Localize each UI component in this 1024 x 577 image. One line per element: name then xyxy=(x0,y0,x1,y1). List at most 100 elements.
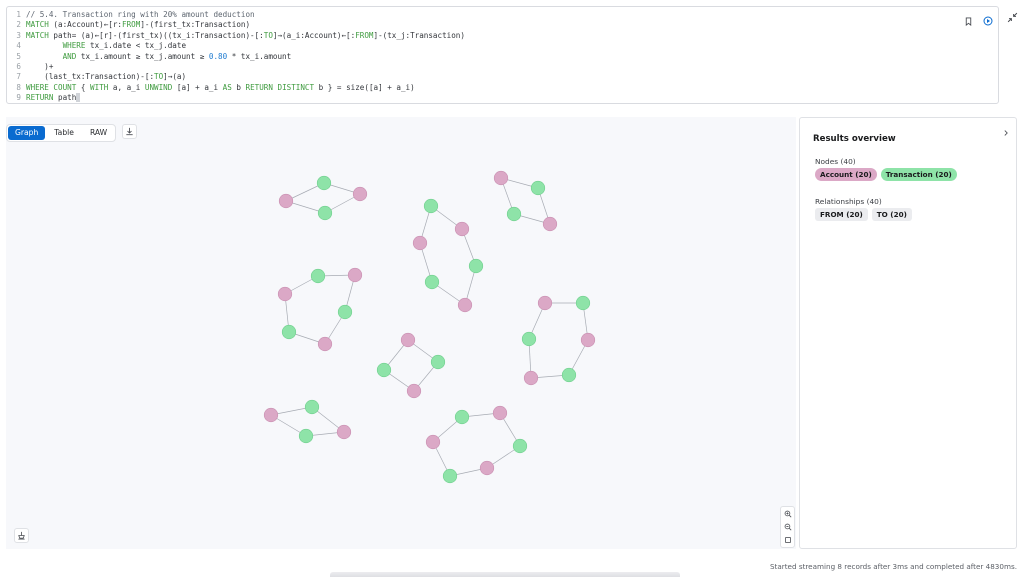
zoom-controls xyxy=(780,506,795,548)
transaction-node[interactable] xyxy=(317,205,333,221)
account-node[interactable] xyxy=(400,332,416,348)
code-token: ]→(a) xyxy=(163,72,187,82)
code-line[interactable]: 3 MATCH path= (a)←[r]-(first_tx)((tx_i:Tr… xyxy=(7,31,465,41)
layout-button[interactable] xyxy=(14,528,29,543)
transaction-node[interactable] xyxy=(310,268,326,284)
transaction-node[interactable] xyxy=(521,331,537,347)
query-editor[interactable]: 1 // 5.4. Transaction ring with 20% amoun… xyxy=(6,6,999,104)
account-node[interactable] xyxy=(263,407,279,423)
code-token: FROM xyxy=(355,30,374,40)
code-token: a, a_i xyxy=(108,82,145,92)
code-line[interactable]: 9 RETURN path xyxy=(7,93,465,103)
account-node[interactable] xyxy=(580,332,596,348)
tab-raw[interactable]: RAW xyxy=(83,126,114,140)
code-token: WHERE xyxy=(62,41,86,51)
relationship-chips: FROM (20) TO (20) xyxy=(815,208,912,221)
transaction-node[interactable] xyxy=(376,362,392,378)
code-token: * tx_i.amount xyxy=(227,51,292,61)
account-node[interactable] xyxy=(406,383,422,399)
account-node[interactable] xyxy=(523,370,539,386)
code-line[interactable]: 8 WHERE COUNT { WITH a, a_i UNWIND [a] + … xyxy=(7,83,465,93)
account-node[interactable] xyxy=(479,460,495,476)
code-token: 0.80 xyxy=(208,51,228,61)
code-line[interactable]: 2 MATCH (a:Account)←[r: FROM]-(first_tx:Tr… xyxy=(7,20,465,30)
query-code[interactable]: 1 // 5.4. Transaction ring with 20% amoun… xyxy=(7,10,465,104)
code-token: (a:Account)←[r: xyxy=(48,20,123,30)
account-node[interactable] xyxy=(457,297,473,313)
transaction-node[interactable] xyxy=(442,468,458,484)
graph-visualization[interactable] xyxy=(6,117,796,549)
code-line[interactable]: 1 // 5.4. Transaction ring with 20% amoun… xyxy=(7,10,465,20)
bookmark-icon[interactable] xyxy=(962,15,974,27)
download-button[interactable] xyxy=(122,124,137,139)
chevron-right-icon[interactable] xyxy=(1002,122,1010,141)
account-node[interactable] xyxy=(278,193,294,209)
chip-from[interactable]: FROM (20) xyxy=(815,208,868,221)
account-node[interactable] xyxy=(542,216,558,232)
code-line[interactable]: 5 AND tx_i.amount ≥ tx_j.amount ≥ 0.80 *… xyxy=(7,52,465,62)
chip-account[interactable]: Account (20) xyxy=(815,168,877,181)
account-node[interactable] xyxy=(493,170,509,186)
code-token: ]→(a_i:Account)←[: xyxy=(272,30,356,40)
code-token: tx_i.amount ≥ tx_j.amount ≥ xyxy=(76,51,209,61)
account-node[interactable] xyxy=(537,295,553,311)
line-number: 3 xyxy=(16,30,21,40)
node-chips: Account (20) Transaction (20) xyxy=(815,168,957,181)
transaction-node[interactable] xyxy=(454,409,470,425)
line-number: 8 xyxy=(16,82,21,92)
transaction-node[interactable] xyxy=(337,304,353,320)
zoom-in-icon[interactable] xyxy=(784,510,792,518)
chip-transaction[interactable]: Transaction (20) xyxy=(880,168,957,181)
transaction-node[interactable] xyxy=(561,367,577,383)
transaction-node[interactable] xyxy=(512,438,528,454)
transaction-node[interactable] xyxy=(424,274,440,290)
text-cursor xyxy=(76,93,81,103)
layout-icon xyxy=(18,531,25,540)
transaction-node[interactable] xyxy=(316,175,332,191)
fit-view-icon[interactable] xyxy=(784,536,792,544)
account-node[interactable] xyxy=(317,336,333,352)
transaction-node[interactable] xyxy=(530,180,546,196)
chip-to[interactable]: TO (20) xyxy=(871,208,912,221)
code-token: MATCH xyxy=(26,20,49,30)
code-token: b xyxy=(231,82,246,92)
code-token: MATCH xyxy=(26,30,49,40)
code-line[interactable]: 7 (last_tx:Transaction)-[: TO]→(a) xyxy=(7,72,465,82)
account-node[interactable] xyxy=(412,235,428,251)
transaction-node[interactable] xyxy=(423,198,439,214)
code-line[interactable]: 6 )+ xyxy=(7,62,465,72)
transaction-node[interactable] xyxy=(430,354,446,370)
collapse-icon[interactable] xyxy=(1006,11,1018,23)
code-token: RETURN DISTINCT xyxy=(245,82,315,92)
code-token: tx_i.date < tx_j.date xyxy=(85,41,187,51)
bottom-drawer-handle[interactable] xyxy=(330,572,680,577)
transaction-node[interactable] xyxy=(298,428,314,444)
run-icon[interactable] xyxy=(982,15,994,27)
line-number: 1 xyxy=(16,10,21,19)
code-token: // 5.4. Transaction ring with 20% amount… xyxy=(26,10,255,19)
code-token: [a] + a_i xyxy=(172,82,223,92)
code-line[interactable]: 4 WHERE tx_i.date < tx_j.date xyxy=(7,41,465,51)
line-number: 9 xyxy=(16,93,21,103)
code-token: { xyxy=(76,82,91,92)
account-node[interactable] xyxy=(425,434,441,450)
transaction-node[interactable] xyxy=(506,206,522,222)
account-node[interactable] xyxy=(352,186,368,202)
transaction-node[interactable] xyxy=(304,399,320,415)
account-node[interactable] xyxy=(347,267,363,283)
zoom-out-icon[interactable] xyxy=(784,523,792,531)
account-node[interactable] xyxy=(277,286,293,302)
line-number: 4 xyxy=(16,41,21,51)
code-token: WHERE COUNT xyxy=(26,82,77,92)
code-token: b } = size([a] + a_i) xyxy=(314,82,415,92)
code-token: TO xyxy=(154,72,164,82)
tab-table[interactable]: Table xyxy=(47,126,81,140)
transaction-node[interactable] xyxy=(281,324,297,340)
account-node[interactable] xyxy=(492,405,508,421)
transaction-node[interactable] xyxy=(575,295,591,311)
transaction-node[interactable] xyxy=(468,258,484,274)
tab-graph[interactable]: Graph xyxy=(8,126,46,140)
account-node[interactable] xyxy=(454,221,470,237)
code-token: ]-(tx_j:Transaction) xyxy=(373,30,465,40)
account-node[interactable] xyxy=(336,424,352,440)
